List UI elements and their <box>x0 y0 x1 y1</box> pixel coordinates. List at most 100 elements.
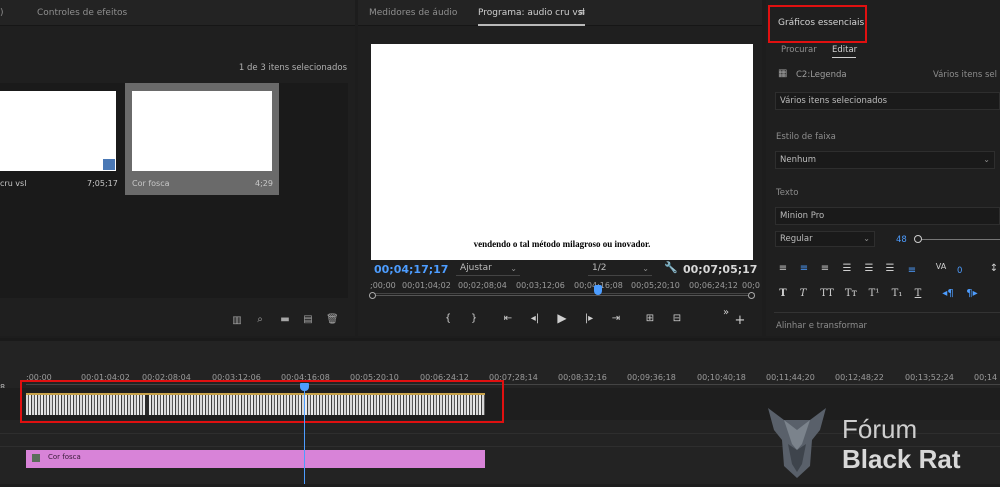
text-section-label: Texto <box>776 188 799 198</box>
mark-in-icon[interactable]: { <box>442 312 454 326</box>
chevron-down-icon: ⌄ <box>863 234 870 243</box>
search-icon[interactable]: ⌕ <box>254 314 266 326</box>
new-item-icon[interactable]: ▤ <box>302 314 314 326</box>
superscript-icon[interactable]: T¹ <box>867 288 881 300</box>
item-duration: 4;29 <box>255 179 273 188</box>
ruler-label: 00;03;12;06 <box>516 281 565 290</box>
item-name: Cor fosca <box>132 179 170 188</box>
ruler-label: 00;12;48;22 <box>835 373 884 382</box>
tab-audio-meters[interactable]: Medidores de áudio <box>369 0 457 26</box>
resolution-dropdown[interactable]: 1/2 ⌄ <box>588 262 652 276</box>
tracking-icon: VA <box>935 262 947 271</box>
font-size-slider-handle[interactable] <box>914 235 922 243</box>
track-style-dropdown[interactable]: Nenhum ⌄ <box>775 151 995 169</box>
step-back-icon[interactable]: ◂| <box>528 312 542 326</box>
font-style-value: Regular <box>780 234 813 244</box>
ruler-label: ;00;00 <box>370 281 396 290</box>
zoom-bar[interactable] <box>371 295 753 296</box>
rtl-direction-icon[interactable]: ¶▸ <box>965 288 979 300</box>
ruler-label: 00;14 <box>974 373 998 382</box>
current-timecode[interactable]: 00;04;17;17 <box>374 263 448 276</box>
faux-italic-icon[interactable]: T <box>797 288 809 300</box>
trash-icon[interactable]: 🗑 <box>326 314 339 326</box>
watermark-line2: Black Rat <box>842 444 961 474</box>
align-center-icon[interactable]: ≡ <box>798 263 810 275</box>
extract-icon[interactable]: ⊟ <box>669 312 685 326</box>
tab-edit[interactable]: Editar <box>832 45 857 55</box>
subtitle-text: vendendo o tal método milagroso ou inova… <box>473 239 651 249</box>
tracking-value[interactable]: 0 <box>957 266 962 276</box>
project-item[interactable]: Cor fosca 4;29 <box>125 83 279 195</box>
go-to-in-icon[interactable]: ⇤ <box>501 312 515 326</box>
tab-effect-controls[interactable]: Controles de efeitos <box>37 0 127 26</box>
tab-edit-underline <box>832 57 856 58</box>
item-thumbnail <box>0 91 116 171</box>
justify-left-icon[interactable]: ☰ <box>841 263 853 275</box>
ruler-track <box>370 293 755 294</box>
button-editor-icon[interactable]: » <box>720 306 732 320</box>
clip-label: Cor fosca <box>48 453 81 461</box>
zoom-handle-right[interactable] <box>748 292 755 299</box>
fit-dropdown[interactable]: Ajustar ⌄ <box>456 262 520 276</box>
tab-browse[interactable]: Procurar <box>781 45 817 55</box>
tab-program[interactable]: Programa: audio cru vsl <box>478 0 585 26</box>
bin-icon[interactable]: ▥ <box>231 315 243 327</box>
playhead-marker[interactable] <box>594 285 602 295</box>
small-caps-icon[interactable]: Tт <box>843 288 859 300</box>
track-style-value: Nenhum <box>780 155 817 165</box>
fx-badge-icon <box>32 454 40 462</box>
program-video-frame: vendendo o tal método milagroso ou inova… <box>371 44 753 260</box>
wrench-icon[interactable]: 🔧 <box>664 261 678 274</box>
playhead-handle[interactable] <box>300 383 309 391</box>
item-name: cru vsl <box>0 179 27 188</box>
underline-icon[interactable]: T <box>912 288 924 300</box>
selection-field[interactable]: Vários itens selecionados <box>775 92 1000 110</box>
align-right-icon[interactable]: ≡ <box>819 263 831 275</box>
watermark: Fórum Black Rat <box>762 400 1000 484</box>
lift-icon[interactable]: ⊞ <box>642 312 658 326</box>
ruler-label: 00;11;44;20 <box>766 373 815 382</box>
font-size-value[interactable]: 48 <box>896 235 907 245</box>
ruler-label: 00;0 <box>742 281 760 290</box>
mark-out-icon[interactable]: } <box>468 312 480 326</box>
chevron-down-icon: ⌄ <box>642 264 649 273</box>
font-style-dropdown[interactable]: Regular ⌄ <box>775 231 875 247</box>
layer-icon: ▦ <box>778 68 788 79</box>
folder-icon[interactable]: ▬ <box>279 314 291 326</box>
align-left-icon[interactable]: ≡ <box>777 263 789 275</box>
all-caps-icon[interactable]: TT <box>819 288 835 300</box>
zoom-handle-left[interactable] <box>369 292 376 299</box>
cor-fosca-clip[interactable]: Cor fosca <box>26 450 485 468</box>
go-to-out-icon[interactable]: ⇥ <box>609 312 623 326</box>
divider <box>774 312 1000 313</box>
program-monitor: Medidores de áudio Programa: audio cru v… <box>358 0 762 336</box>
chevron-down-icon: ⌄ <box>983 155 990 164</box>
project-panel: ) Controles de efeitos 1 de 3 itens sele… <box>0 0 355 336</box>
clip-badge-icon <box>103 159 115 170</box>
playhead-line <box>304 385 305 484</box>
project-grid: cru vsl 7;05;17 Cor fosca 4;29 <box>0 83 348 298</box>
tab-project[interactable]: ) <box>0 0 4 26</box>
monitor-ruler[interactable]: ;00;00 00;01;04;02 00;02;08;04 00;03;12;… <box>370 280 760 304</box>
panel-menu-icon[interactable]: ≡ <box>578 0 586 26</box>
watermark-line1: Fórum <box>842 414 918 444</box>
justify-right-icon[interactable]: ☰ <box>884 263 896 275</box>
justify-center-icon[interactable]: ☰ <box>863 263 875 275</box>
font-size-slider[interactable] <box>916 239 1000 240</box>
project-item[interactable]: cru vsl 7;05;17 <box>0 83 122 193</box>
play-icon[interactable]: ▶ <box>555 311 569 325</box>
track-style-label: Estilo de faixa <box>776 132 836 142</box>
ruler-label: 00;09;36;18 <box>627 373 676 382</box>
add-button-icon[interactable]: + <box>734 314 746 328</box>
panel-title[interactable]: Gráficos essenciais <box>778 18 864 28</box>
layer-info: Vários itens sel <box>933 70 998 80</box>
chevron-down-icon: ⌄ <box>510 264 517 273</box>
timeline-border <box>0 338 1000 341</box>
rat-logo-icon <box>768 408 826 478</box>
subscript-icon[interactable]: T₁ <box>890 288 904 300</box>
faux-bold-icon[interactable]: T <box>777 288 789 300</box>
align-bottom-icon[interactable]: ≡ <box>906 265 918 277</box>
font-dropdown[interactable]: Minion Pro <box>775 207 1000 225</box>
step-forward-icon[interactable]: |▸ <box>582 312 596 326</box>
ltr-direction-icon[interactable]: ◂¶ <box>941 288 955 300</box>
